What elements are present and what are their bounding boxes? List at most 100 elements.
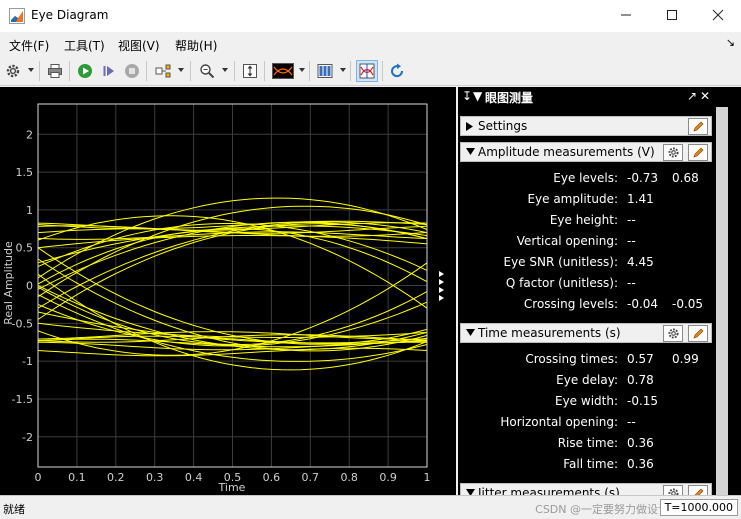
close-button[interactable]: [695, 0, 741, 30]
configuration-dropdown-icon[interactable]: [28, 68, 34, 72]
refresh-icon: [391, 63, 404, 78]
eye-measurements-button[interactable]: [356, 60, 378, 82]
jitter-settings-button[interactable]: [663, 485, 683, 495]
stop-button[interactable]: [122, 61, 142, 81]
x-tick-label: 0.2: [107, 471, 125, 484]
layout-dropdown-icon[interactable]: [340, 68, 346, 72]
configuration-button[interactable]: [3, 61, 23, 81]
y-axis-label: Real Amplitude: [2, 241, 15, 325]
measurement-value: 1.41: [627, 192, 654, 206]
y-tick-label: -1.5: [12, 393, 33, 406]
measurement-value: 4.45: [627, 255, 654, 269]
toolbar: [0, 56, 741, 86]
panel-scrollbar[interactable]: [713, 107, 741, 495]
scope-display[interactable]: 2 1.5 1 0.5 0 -0.5 -1 -1.5 -2 0 0.1 0.2 0.3 0.4 0.5 0.…: [0, 87, 456, 495]
measurement-label: Rise time:: [557, 436, 618, 450]
print-icon: [48, 64, 62, 78]
signal-select-icon: [155, 64, 171, 78]
pencil-icon: [693, 147, 704, 157]
menu-overflow-icon[interactable]: ↘: [726, 36, 735, 49]
measurement-label: Eye width:: [555, 394, 618, 408]
amplitude-settings-button[interactable]: [663, 144, 683, 161]
y-tick-label: 1: [26, 204, 33, 217]
panel-close-icon[interactable]: ✕: [700, 89, 710, 103]
amplitude-edit-button[interactable]: [688, 144, 708, 161]
jitter-section-header[interactable]: Jitter measurements (s): [460, 483, 712, 495]
print-button[interactable]: [45, 61, 65, 81]
run-icon: [78, 64, 92, 78]
panel-menu-icon[interactable]: ▼: [473, 89, 482, 103]
gear-icon: [6, 64, 20, 78]
menu-file[interactable]: 文件(F): [9, 37, 49, 54]
gear-icon: [667, 488, 679, 495]
menu-view[interactable]: 视图(V): [118, 37, 160, 54]
eye-style-dropdown-icon[interactable]: [299, 68, 305, 72]
x-tick-label: 0.7: [302, 471, 320, 484]
title-bar: Eye Diagram: [0, 0, 741, 32]
menu-tools[interactable]: 工具(T): [64, 37, 105, 54]
time-settings-button[interactable]: [663, 325, 683, 342]
eye-style-icon: [272, 63, 294, 79]
measurement-label: Eye amplitude:: [527, 192, 618, 206]
undock-icon[interactable]: ↗: [687, 89, 697, 103]
measurement-row: Rise time: 0.36: [458, 434, 741, 454]
panel-header: ↧ ▼ 眼图测量 ↗ ✕: [458, 87, 741, 107]
step-forward-button[interactable]: [99, 61, 119, 81]
panel-collapse-arrows[interactable]: [439, 271, 449, 303]
settings-section-title: Settings: [478, 119, 528, 133]
y-tick-label: 0: [26, 280, 33, 293]
settings-section-header[interactable]: Settings: [460, 116, 712, 136]
measurement-value: -0.15: [627, 394, 659, 408]
measurement-label: Eye delay:: [556, 373, 618, 387]
time-edit-button[interactable]: [688, 325, 708, 342]
scale-axes-button[interactable]: [240, 61, 260, 81]
refresh-button[interactable]: [387, 61, 407, 81]
maximize-icon: [667, 10, 677, 20]
x-tick-label: 0: [35, 471, 42, 484]
run-button[interactable]: [75, 61, 95, 81]
toolbar-separator: [146, 61, 147, 81]
toolbar-separator: [234, 61, 235, 81]
layout-icon: [317, 64, 333, 78]
signal-select-dropdown-icon[interactable]: [178, 68, 184, 72]
collapse-arrow-icon: [439, 287, 444, 293]
jitter-edit-button[interactable]: [688, 485, 708, 495]
menu-help[interactable]: 帮助(H): [175, 37, 217, 54]
scale-axes-icon: [243, 64, 257, 78]
measurement-label: Vertical opening:: [516, 234, 618, 248]
scrollbar-thumb[interactable]: [716, 107, 728, 495]
status-text: 就绪: [3, 503, 25, 516]
measurement-value-2: -0.05: [672, 297, 704, 311]
pencil-icon: [693, 328, 704, 338]
measurement-row: Eye levels: -0.73 0.68: [458, 169, 741, 189]
measurement-label: Horizontal opening:: [500, 415, 618, 429]
toolbar-separator: [309, 61, 310, 81]
measurement-label: Crossing times:: [525, 352, 618, 366]
measurement-row: Eye height: --: [458, 211, 741, 231]
measurement-label: Eye levels:: [553, 171, 618, 185]
eye-measurements-panel: ↧ ▼ 眼图测量 ↗ ✕ Settings Amplitude measurem…: [458, 87, 741, 495]
time-section-header[interactable]: Time measurements (s): [460, 323, 712, 343]
zoom-dropdown-icon[interactable]: [222, 68, 228, 72]
measurement-label: Eye height:: [549, 213, 618, 227]
amplitude-section-header[interactable]: Amplitude measurements (V): [460, 142, 712, 162]
settings-edit-button[interactable]: [688, 118, 708, 135]
pin-icon[interactable]: ↧: [462, 89, 472, 103]
expand-arrow-icon: [466, 122, 473, 131]
maximize-button[interactable]: [649, 0, 695, 30]
gear-icon: [667, 328, 679, 339]
eye-style-button[interactable]: [271, 61, 295, 81]
signal-select-button[interactable]: [153, 61, 173, 81]
minimize-button[interactable]: [603, 0, 649, 30]
measurement-value: -0.73: [627, 171, 659, 185]
plot-grid: [37, 104, 428, 467]
eye-diagram-plot: 21.510.50-0.5-1-1.5-2 0 0.1 0.2 0.3 0.4 0.5 0.…: [2, 103, 431, 494]
measurement-value-2: 0.99: [672, 352, 699, 366]
measurement-row: Fall time: 0.36: [458, 455, 741, 475]
measurement-label: Crossing levels:: [523, 297, 618, 311]
toolbar-separator: [264, 61, 265, 81]
toolbar-separator: [382, 61, 383, 81]
measurement-row: Crossing levels: -0.04 -0.05: [458, 295, 741, 315]
zoom-button[interactable]: [197, 61, 217, 81]
layout-button[interactable]: [315, 61, 335, 81]
